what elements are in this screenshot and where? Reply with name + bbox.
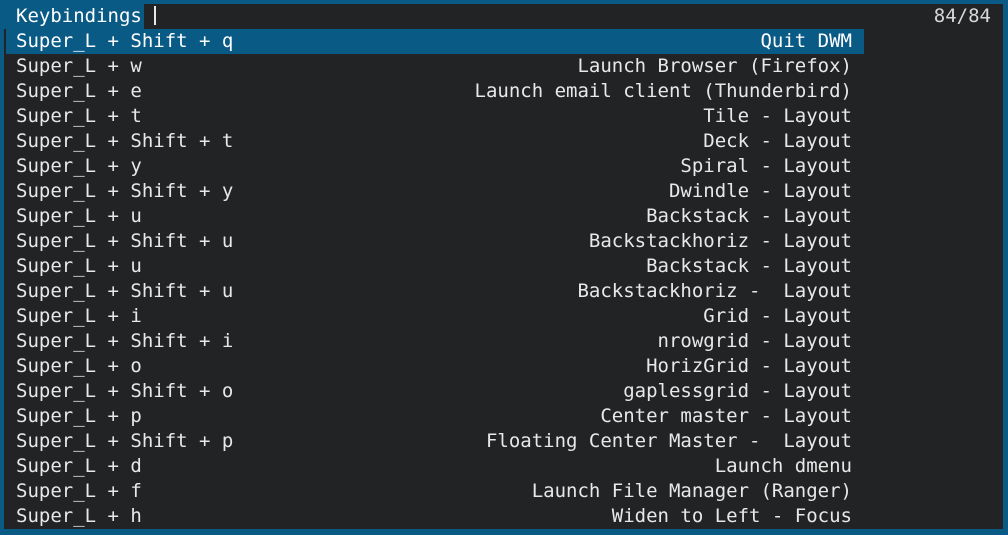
keybinding-description: Launch Browser (Firefox) <box>577 55 852 77</box>
keybinding-keys: Super_L + i <box>16 305 142 327</box>
keybinding-description: Launch File Manager (Ranger) <box>531 480 852 502</box>
keybinding-keys: Super_L + u <box>16 205 142 227</box>
keybinding-keys: Super_L + u <box>16 255 142 277</box>
keybinding-description: gaplessgrid - Layout <box>623 380 852 402</box>
keybinding-keys: Super_L + Shift + p <box>16 430 234 452</box>
keybinding-keys: Super_L + Shift + t <box>16 130 234 152</box>
list-item[interactable]: Super_L + d Launch dmenu <box>6 454 864 479</box>
keybinding-description: Deck - Layout <box>703 130 852 152</box>
list-item[interactable]: Super_L + i Grid - Layout <box>6 304 864 329</box>
list-item[interactable]: Super_L + Shift + o gaplessgrid - Layout <box>6 379 864 404</box>
keybinding-keys: Super_L + w <box>16 55 142 77</box>
list-item[interactable]: Super_L + h Widen to Left - Focus <box>6 504 864 529</box>
keybinding-description: Backstackhoriz - Layout <box>577 280 852 302</box>
list-item[interactable]: Super_L + u Backstack - Layout <box>6 204 864 229</box>
keybinding-keys: Super_L + Shift + u <box>16 280 234 302</box>
keybinding-description: Center master - Layout <box>600 405 852 427</box>
keybinding-list: Super_L + Shift + q Quit DWM Super_L + w La… <box>6 29 864 529</box>
keybinding-keys: Super_L + h <box>16 505 142 527</box>
keybinding-keys: Super_L + d <box>16 455 142 477</box>
keybinding-description: Dwindle - Layout <box>668 180 852 202</box>
list-item[interactable]: Super_L + Shift + i nrowgrid - Layout <box>6 329 864 354</box>
search-input[interactable] <box>150 4 850 29</box>
text-cursor <box>154 5 156 25</box>
prompt-bar: Keybindings 84/84 <box>4 4 1003 29</box>
keybinding-keys: Super_L + Shift + q <box>16 30 234 52</box>
dmenu-window: Keybindings 84/84 Super_L + Shift + q Qui… <box>4 4 1003 529</box>
list-item[interactable]: Super_L + Shift + y Dwindle - Layout <box>6 179 864 204</box>
keybinding-description: nrowgrid - Layout <box>657 330 852 352</box>
list-item[interactable]: Super_L + t Tile - Layout <box>6 104 864 129</box>
keybinding-description: Launch dmenu <box>714 455 852 477</box>
list-item[interactable]: Super_L + w Launch Browser (Firefox) <box>6 54 864 79</box>
keybinding-keys: Super_L + Shift + u <box>16 230 234 252</box>
list-item[interactable]: Super_L + Shift + t Deck - Layout <box>6 129 864 154</box>
list-item[interactable]: Super_L + f Launch File Manager (Ranger) <box>6 479 864 504</box>
keybinding-description: Spiral - Layout <box>680 155 852 177</box>
keybinding-description: Quit DWM <box>760 30 852 52</box>
list-item[interactable]: Super_L + Shift + u Backstackhoriz - Layo… <box>6 279 864 304</box>
prompt-label: Keybindings <box>4 4 144 29</box>
keybinding-description: Grid - Layout <box>703 305 852 327</box>
keybinding-description: Tile - Layout <box>703 105 852 127</box>
list-item[interactable]: Super_L + Shift + u Backstackhoriz - Layo… <box>6 229 864 254</box>
match-counter: 84/84 <box>933 5 991 27</box>
list-item[interactable]: Super_L + o HorizGrid - Layout <box>6 354 864 379</box>
keybinding-description: Backstack - Layout <box>646 255 852 277</box>
keybinding-keys: Super_L + Shift + i <box>16 330 234 352</box>
keybinding-description: HorizGrid - Layout <box>646 355 852 377</box>
list-item[interactable]: Super_L + y Spiral - Layout <box>6 154 864 179</box>
keybinding-keys: Super_L + Shift + y <box>16 180 234 202</box>
keybinding-keys: Super_L + t <box>16 105 142 127</box>
list-item[interactable]: Super_L + p Center master - Layout <box>6 404 864 429</box>
keybinding-description: Widen to Left - Focus <box>611 505 852 527</box>
keybinding-keys: Super_L + p <box>16 405 142 427</box>
keybinding-description: Backstackhoriz - Layout <box>588 230 852 252</box>
keybinding-keys: Super_L + Shift + o <box>16 380 234 402</box>
list-item[interactable]: Super_L + e Launch email client (Thunderb… <box>6 79 864 104</box>
keybinding-description: Backstack - Layout <box>646 205 852 227</box>
keybinding-description: Floating Center Master - Layout <box>485 430 852 452</box>
list-item[interactable]: Super_L + Shift + p Floating Center Maste… <box>6 429 864 454</box>
list-item[interactable]: Super_L + u Backstack - Layout <box>6 254 864 279</box>
keybinding-keys: Super_L + e <box>16 80 142 102</box>
keybinding-description: Launch email client (Thunderbird) <box>474 80 853 102</box>
keybinding-keys: Super_L + f <box>16 480 142 502</box>
keybinding-keys: Super_L + o <box>16 355 142 377</box>
keybinding-keys: Super_L + y <box>16 155 142 177</box>
list-item-selected[interactable]: Super_L + Shift + q Quit DWM <box>6 29 864 54</box>
